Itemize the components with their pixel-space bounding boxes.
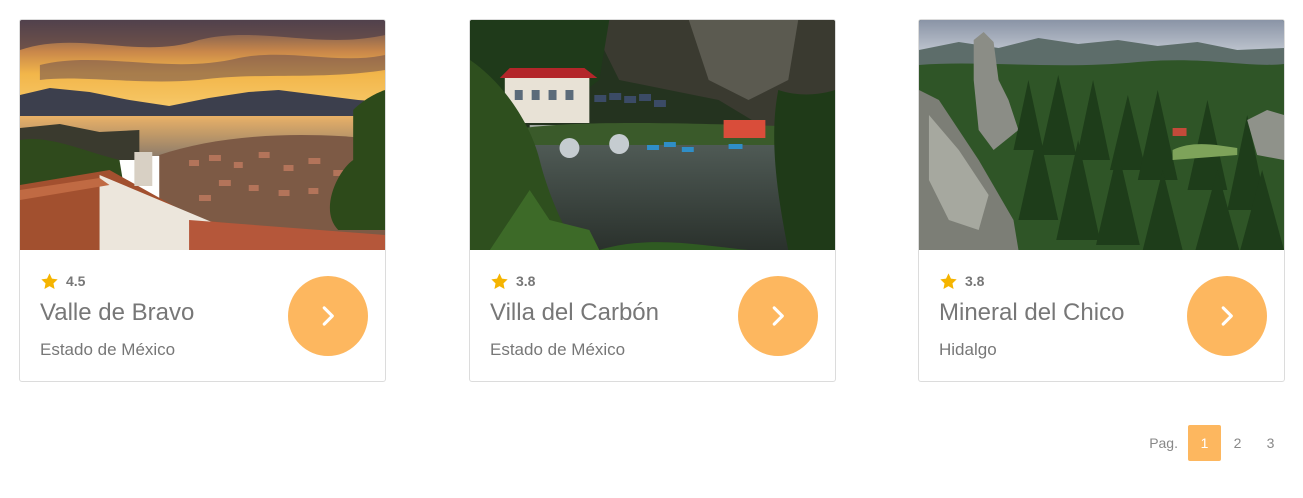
destination-state: Estado de México [490, 340, 626, 359]
open-destination-button[interactable] [1187, 276, 1267, 356]
destination-photo[interactable] [470, 20, 835, 250]
pagination: Pag. 1 2 3 [1149, 425, 1287, 461]
destination-card-mineral-del-chico[interactable]: 3.8 Mineral del Chico Hidalgo [918, 19, 1285, 382]
destination-title: Villa del Carbón [490, 299, 659, 326]
destination-state: Hidalgo [939, 340, 997, 359]
destination-title: Mineral del Chico [939, 299, 1125, 326]
open-destination-button[interactable] [288, 276, 368, 356]
rating-value: 4.5 [66, 273, 86, 289]
star-icon [940, 272, 957, 289]
page-2-button[interactable]: 2 [1221, 425, 1254, 461]
destination-card-valle-de-bravo[interactable]: 4.5 Valle de Bravo Estado de México [19, 19, 386, 382]
chevron-right-icon [772, 306, 784, 326]
rating-value: 3.8 [965, 273, 985, 289]
open-destination-button[interactable] [738, 276, 818, 356]
rating-value: 3.8 [516, 273, 536, 289]
page-3-button[interactable]: 3 [1254, 425, 1287, 461]
destination-title: Valle de Bravo [40, 299, 195, 326]
pagination-label: Pag. [1149, 435, 1178, 451]
page-1-button[interactable]: 1 [1188, 425, 1221, 461]
destination-card-villa-del-carbon[interactable]: 3.8 Villa del Carbón Estado de México [469, 19, 836, 382]
chevron-right-icon [322, 306, 334, 326]
destination-photo[interactable] [919, 20, 1284, 250]
rating: 3.8 [939, 271, 984, 291]
chevron-right-icon [1221, 306, 1233, 326]
star-icon [41, 272, 58, 289]
star-icon [491, 272, 508, 289]
destination-state: Estado de México [40, 340, 176, 359]
rating: 4.5 [40, 271, 85, 291]
rating: 3.8 [490, 271, 535, 291]
destination-photo[interactable] [20, 20, 385, 250]
